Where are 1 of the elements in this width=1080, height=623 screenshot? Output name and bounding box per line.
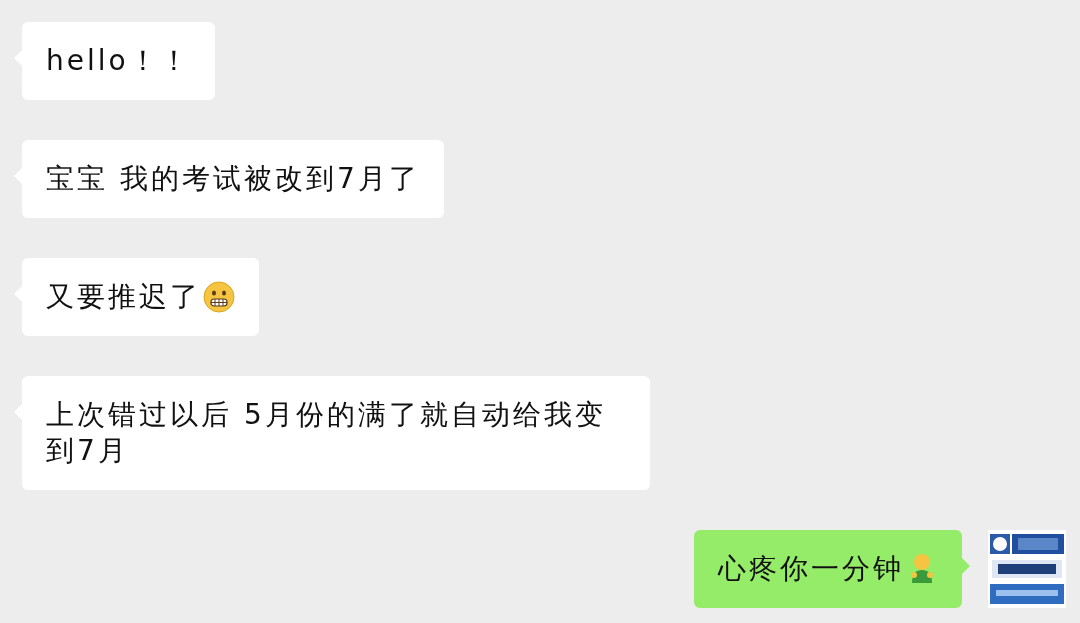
bubble-tail [962,558,970,574]
